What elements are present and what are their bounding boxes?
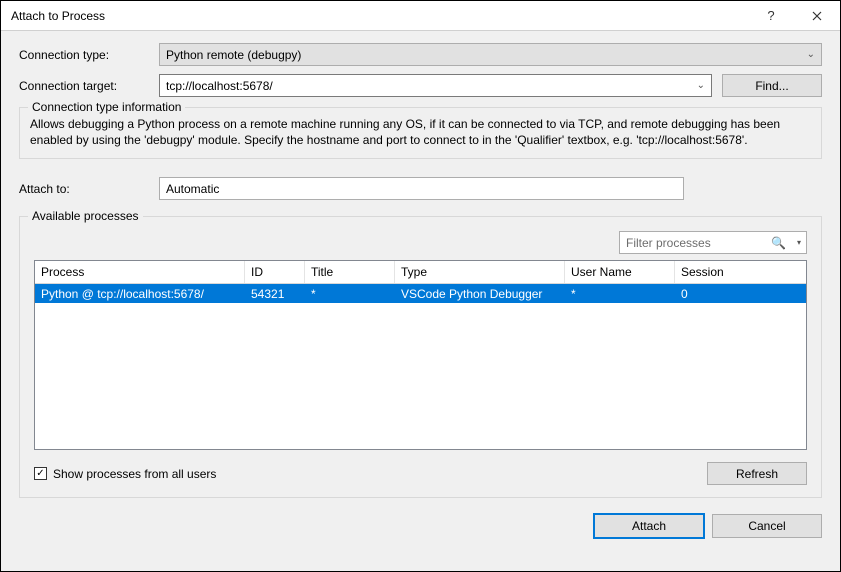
close-icon: [812, 11, 822, 21]
available-processes-group: Available processes Filter processes 🔍 ▾…: [19, 216, 822, 498]
attach-to-label: Attach to:: [19, 182, 159, 196]
attach-to-field: Automatic: [159, 177, 684, 200]
filter-placeholder: Filter processes: [626, 236, 711, 250]
process-table: Process ID Title Type User Name Session …: [34, 260, 807, 450]
connection-info-legend: Connection type information: [28, 100, 185, 114]
connection-target-label: Connection target:: [19, 79, 159, 93]
cell-id: 54321: [245, 286, 305, 302]
attach-to-value: Automatic: [166, 182, 219, 196]
close-button[interactable]: [794, 1, 840, 31]
connection-info-text: Allows debugging a Python process on a r…: [30, 116, 811, 148]
connection-type-combo[interactable]: Python remote (debugpy) ⌄: [159, 43, 822, 66]
col-session[interactable]: Session: [675, 261, 745, 283]
show-all-users-label[interactable]: Show processes from all users: [53, 467, 216, 481]
table-header: Process ID Title Type User Name Session: [35, 261, 806, 284]
col-id[interactable]: ID: [245, 261, 305, 283]
chevron-down-icon: ⌄: [697, 80, 705, 91]
show-all-users-checkbox[interactable]: ✓: [34, 467, 47, 480]
find-button[interactable]: Find...: [722, 74, 822, 97]
dialog-content: Connection type: Python remote (debugpy)…: [1, 31, 840, 552]
connection-target-value: tcp://localhost:5678/: [166, 79, 273, 93]
checkmark-icon: ✓: [36, 469, 44, 479]
available-processes-legend: Available processes: [28, 209, 143, 223]
attach-button[interactable]: Attach: [594, 514, 704, 538]
window-title: Attach to Process: [11, 9, 748, 23]
dropdown-arrow-icon: ▾: [797, 238, 801, 247]
connection-type-label: Connection type:: [19, 48, 159, 62]
titlebar: Attach to Process ?: [1, 1, 840, 31]
filter-input[interactable]: Filter processes 🔍 ▾: [619, 231, 807, 254]
cell-title: *: [305, 286, 395, 302]
help-button[interactable]: ?: [748, 1, 794, 31]
cell-user: *: [565, 286, 675, 302]
connection-type-value: Python remote (debugpy): [166, 48, 301, 62]
cell-type: VSCode Python Debugger: [395, 286, 565, 302]
connection-info-group: Connection type information Allows debug…: [19, 107, 822, 159]
connection-target-input[interactable]: tcp://localhost:5678/ ⌄: [159, 74, 712, 97]
cell-process: Python @ tcp://localhost:5678/: [35, 286, 245, 302]
col-user[interactable]: User Name: [565, 261, 675, 283]
cell-session: 0: [675, 286, 745, 302]
table-row[interactable]: Python @ tcp://localhost:5678/ 54321 * V…: [35, 284, 806, 303]
col-process[interactable]: Process: [35, 261, 245, 283]
chevron-down-icon: ⌄: [807, 49, 815, 60]
refresh-button[interactable]: Refresh: [707, 462, 807, 485]
search-icon: 🔍: [771, 236, 786, 250]
col-title[interactable]: Title: [305, 261, 395, 283]
cancel-button[interactable]: Cancel: [712, 514, 822, 538]
col-type[interactable]: Type: [395, 261, 565, 283]
